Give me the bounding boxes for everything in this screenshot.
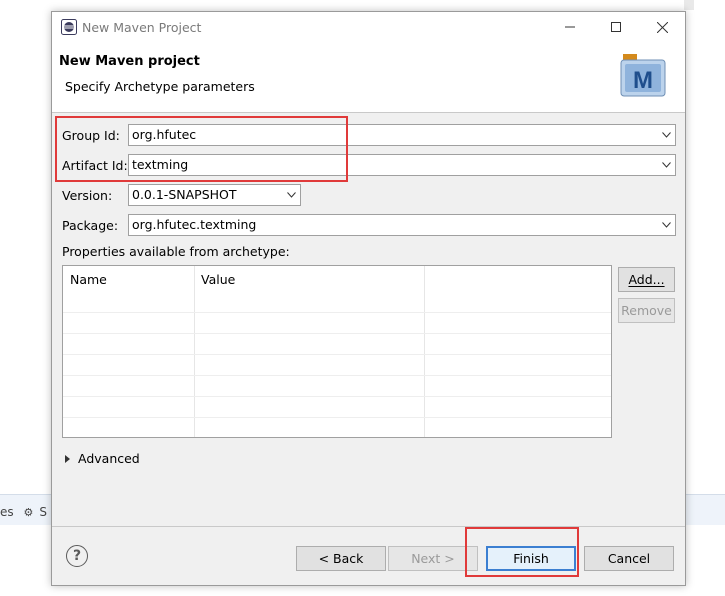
maven-logo-letter: M (633, 67, 653, 94)
cancel-button-label: Cancel (607, 551, 651, 566)
artifact-id-label: Artifact Id: (62, 158, 128, 173)
finish-button[interactable]: Finish (486, 546, 576, 571)
group-id-label: Group Id: (62, 128, 120, 143)
close-button[interactable] (639, 12, 685, 42)
table-row-line (63, 333, 611, 334)
minimize-icon (565, 26, 575, 28)
package-value: org.hfutec.textming (132, 217, 257, 232)
version-combo[interactable]: 0.0.1-SNAPSHOT (128, 184, 301, 206)
version-label: Version: (62, 188, 113, 203)
back-button[interactable]: < Back (296, 546, 386, 571)
next-button[interactable]: Next > (388, 546, 478, 571)
group-id-value: org.hfutec (132, 127, 197, 142)
maximize-button[interactable] (593, 12, 639, 42)
maven-logo-icon: M (620, 54, 666, 97)
back-button-label: < Back (318, 551, 364, 566)
group-id-combo[interactable]: org.hfutec (128, 124, 676, 146)
cancel-button[interactable]: Cancel (584, 546, 674, 571)
chevron-down-icon[interactable] (285, 185, 297, 205)
remove-button-label: Remove (621, 303, 672, 318)
package-combo[interactable]: org.hfutec.textming (128, 214, 676, 236)
minimize-button[interactable] (547, 12, 593, 42)
column-divider (424, 266, 425, 437)
background-tab-fragment: es (0, 505, 14, 519)
advanced-section-toggle[interactable]: Advanced (65, 451, 140, 466)
wizard-header: New Maven project Specify Archetype para… (52, 42, 685, 113)
table-row-line (63, 354, 611, 355)
background-scrollbar (684, 0, 694, 10)
expand-triangle-icon (65, 454, 70, 463)
eclipse-app-icon (61, 19, 77, 35)
version-value: 0.0.1-SNAPSHOT (132, 187, 237, 202)
column-header-value[interactable]: Value (201, 272, 235, 287)
help-glyph: ? (72, 548, 82, 564)
chevron-down-icon[interactable] (660, 155, 672, 175)
add-button-label: Add... (628, 272, 665, 287)
next-button-label: Next > (411, 551, 455, 566)
close-icon (656, 21, 668, 33)
column-header-name[interactable]: Name (70, 272, 107, 287)
add-property-button[interactable]: Add... (618, 267, 675, 292)
properties-table[interactable]: Name Value (62, 265, 612, 438)
help-icon[interactable]: ? (66, 545, 88, 567)
table-row-line (63, 312, 611, 313)
table-row-line (63, 417, 611, 418)
table-row-line (63, 396, 611, 397)
footer-separator (52, 526, 685, 527)
column-divider (194, 266, 195, 437)
package-label: Package: (62, 218, 119, 233)
finish-button-label: Finish (513, 551, 549, 566)
dialog-title: New Maven Project (82, 20, 202, 35)
properties-label: Properties available from archetype: (62, 244, 290, 259)
artifact-id-combo[interactable]: textming (128, 154, 676, 176)
servers-icon: ⚙ (23, 506, 34, 519)
new-maven-project-dialog: New Maven Project New Maven project Spec… (51, 11, 686, 586)
table-row-line (63, 375, 611, 376)
background-tab-labels: es ⚙ S (0, 505, 53, 519)
maximize-icon (611, 22, 621, 32)
wizard-page-subtitle: Specify Archetype parameters (65, 79, 255, 94)
remove-property-button[interactable]: Remove (618, 298, 675, 323)
chevron-down-icon[interactable] (660, 215, 672, 235)
chevron-down-icon[interactable] (660, 125, 672, 145)
wizard-page-title: New Maven project (59, 54, 200, 69)
artifact-id-value: textming (132, 157, 189, 172)
dialog-titlebar: New Maven Project (52, 12, 685, 42)
advanced-label: Advanced (78, 451, 140, 466)
background-tab-fragment-2: S (39, 505, 47, 519)
